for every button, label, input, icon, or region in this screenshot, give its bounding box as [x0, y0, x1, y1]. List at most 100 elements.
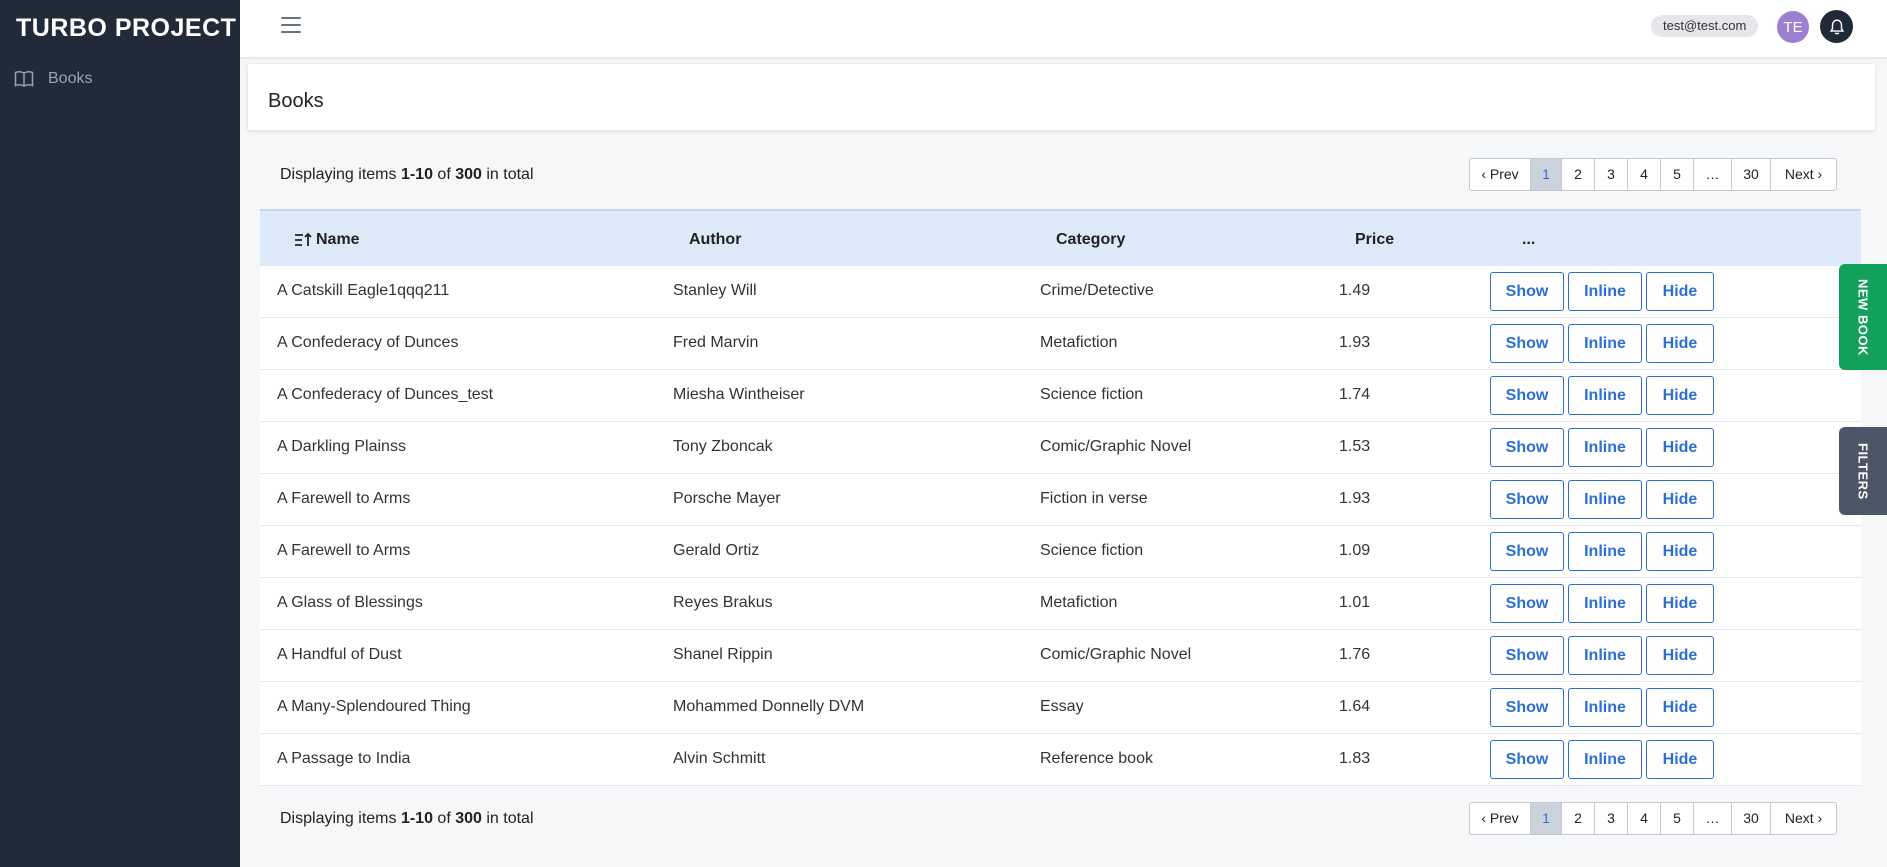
cell-name: A Confederacy of Dunces_test: [277, 386, 494, 403]
hide-button[interactable]: Hide: [1646, 480, 1714, 519]
show-button[interactable]: Show: [1490, 324, 1564, 363]
page-link-30[interactable]: 30: [1732, 803, 1771, 834]
inline-button[interactable]: Inline: [1568, 532, 1642, 571]
inline-button[interactable]: Inline: [1568, 428, 1642, 467]
cell-category: Science fiction: [1040, 542, 1144, 559]
column-header-actions: ...: [1522, 231, 1536, 248]
page-link-30[interactable]: 30: [1732, 159, 1771, 190]
page-header: Books: [248, 64, 1875, 130]
hide-button[interactable]: Hide: [1646, 376, 1714, 415]
column-header-name[interactable]: Name: [294, 231, 360, 249]
user-email-badge[interactable]: test@test.com: [1651, 15, 1759, 37]
inline-button[interactable]: Inline: [1568, 272, 1642, 311]
cell-price: 1.74: [1339, 386, 1371, 403]
inline-button[interactable]: Inline: [1568, 688, 1642, 727]
hide-button[interactable]: Hide: [1646, 636, 1714, 675]
table-row: A Confederacy of Dunces_test Miesha Winth…: [260, 370, 1861, 422]
hide-button[interactable]: Hide: [1646, 740, 1714, 779]
book-icon: [14, 71, 34, 87]
hide-button[interactable]: Hide: [1646, 324, 1714, 363]
cell-category: Science fiction: [1040, 386, 1144, 403]
brand-logo[interactable]: TURBO PROJECT: [16, 14, 236, 43]
next-page-link[interactable]: Next ›: [1771, 159, 1836, 190]
table-row: A Glass of Blessings Reyes Brakus Metafict…: [260, 578, 1861, 630]
new-book-tab[interactable]: NEW BOOK: [1839, 264, 1887, 370]
sidebar-item-label: Books: [48, 70, 93, 87]
show-button[interactable]: Show: [1490, 688, 1564, 727]
hide-button[interactable]: Hide: [1646, 584, 1714, 623]
prev-page-link[interactable]: ‹ Prev: [1470, 159, 1531, 190]
page-title: Books: [268, 90, 324, 112]
table-body: A Catskill Eagle1qqq211 Stanley Will Crime…: [260, 266, 1861, 786]
column-header-author[interactable]: Author: [689, 231, 741, 249]
bell-icon: [1829, 19, 1844, 34]
next-page-link[interactable]: Next ›: [1771, 803, 1836, 834]
page-link-4[interactable]: 4: [1628, 159, 1661, 190]
cell-category: Crime/Detective: [1040, 282, 1154, 299]
page-link-1[interactable]: 1: [1531, 159, 1562, 190]
hide-button[interactable]: Hide: [1646, 272, 1714, 311]
sidebar: TURBO PROJECT Books: [0, 0, 240, 867]
cell-author: Miesha Wintheiser: [673, 386, 805, 403]
cell-author: Shanel Rippin: [673, 646, 773, 663]
column-header-price[interactable]: Price: [1355, 231, 1394, 249]
page-link-2[interactable]: 2: [1562, 159, 1595, 190]
page-link-5[interactable]: 5: [1661, 803, 1694, 834]
cell-price: 1.93: [1339, 490, 1371, 507]
cell-name: A Catskill Eagle1qqq211: [277, 282, 450, 299]
hide-button[interactable]: Hide: [1646, 428, 1714, 467]
cell-name: A Farewell to Arms: [277, 490, 411, 507]
hide-button[interactable]: Hide: [1646, 532, 1714, 571]
inline-button[interactable]: Inline: [1568, 740, 1642, 779]
show-button[interactable]: Show: [1490, 584, 1564, 623]
show-button[interactable]: Show: [1490, 376, 1564, 415]
filters-tab[interactable]: FILTERS: [1839, 427, 1887, 515]
cell-author: Stanley Will: [673, 282, 757, 299]
cell-price: 1.53: [1339, 438, 1371, 455]
sidebar-item-books[interactable]: Books: [14, 70, 92, 88]
notifications-button[interactable]: [1820, 10, 1853, 43]
table-row: A Catskill Eagle1qqq211 Stanley Will Crime…: [260, 266, 1861, 318]
table-row: A Farewell to Arms Porsche Mayer Fiction i…: [260, 474, 1861, 526]
inline-button[interactable]: Inline: [1568, 584, 1642, 623]
cell-category: Metafiction: [1040, 594, 1118, 611]
inline-button[interactable]: Inline: [1568, 636, 1642, 675]
page-link-3[interactable]: 3: [1595, 803, 1628, 834]
prev-page-link[interactable]: ‹ Prev: [1470, 803, 1531, 834]
page-link-3[interactable]: 3: [1595, 159, 1628, 190]
cell-name: A Many-Splendoured Thing: [277, 698, 471, 715]
inline-button[interactable]: Inline: [1568, 480, 1642, 519]
show-button[interactable]: Show: [1490, 428, 1564, 467]
page-link-1[interactable]: 1: [1531, 803, 1562, 834]
show-button[interactable]: Show: [1490, 740, 1564, 779]
inline-button[interactable]: Inline: [1568, 376, 1642, 415]
page-link-4[interactable]: 4: [1628, 803, 1661, 834]
show-button[interactable]: Show: [1490, 636, 1564, 675]
cell-price: 1.09: [1339, 542, 1371, 559]
page-link-5[interactable]: 5: [1661, 159, 1694, 190]
table-row: A Confederacy of Dunces Fred Marvin Metafi…: [260, 318, 1861, 370]
page-link-2[interactable]: 2: [1562, 803, 1595, 834]
cell-category: Metafiction: [1040, 334, 1118, 351]
hide-button[interactable]: Hide: [1646, 688, 1714, 727]
show-button[interactable]: Show: [1490, 272, 1564, 311]
cell-category: Fiction in verse: [1040, 490, 1148, 507]
show-button[interactable]: Show: [1490, 532, 1564, 571]
column-header-category[interactable]: Category: [1056, 231, 1125, 249]
cell-author: Fred Marvin: [673, 334, 759, 351]
table-row: A Farewell to Arms Gerald Ortiz Science fi…: [260, 526, 1861, 578]
cell-category: Comic/Graphic Novel: [1040, 438, 1192, 455]
show-button[interactable]: Show: [1490, 480, 1564, 519]
page-gap: …: [1694, 803, 1732, 834]
cell-name: A Darkling Plainss: [277, 438, 406, 455]
table-row: A Many-Splendoured Thing Mohammed Donnell…: [260, 682, 1861, 734]
hamburger-icon[interactable]: [281, 17, 301, 35]
cell-price: 1.49: [1339, 282, 1371, 299]
table-row: A Passage to India Alvin Schmitt Reference…: [260, 734, 1861, 786]
cell-price: 1.01: [1339, 594, 1371, 611]
table-header: Name Author Category Price ...: [260, 209, 1861, 266]
pagination-bottom: ‹ Prev 1 2 3 4 5 … 30 Next ›: [1469, 802, 1837, 835]
avatar[interactable]: TE: [1777, 11, 1809, 43]
inline-button[interactable]: Inline: [1568, 324, 1642, 363]
page-gap: …: [1694, 159, 1732, 190]
